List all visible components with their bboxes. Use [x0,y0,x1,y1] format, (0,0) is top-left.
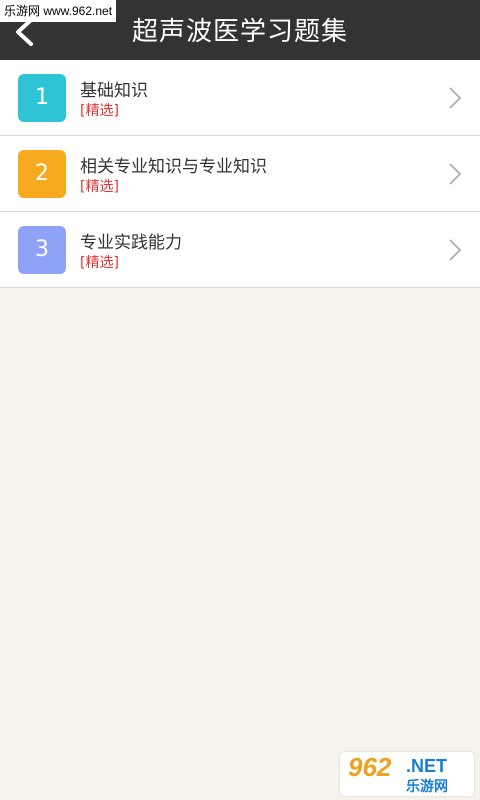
chapter-tag: [精选] [80,179,119,195]
watermark-logo-net: .NET [406,756,448,776]
chapter-title: 专业实践能力 [80,233,182,253]
list-item[interactable]: 3 专业实践能力 [精选] [0,212,480,288]
chevron-right-icon [449,163,462,185]
chapter-tag: [精选] [80,255,119,271]
chevron-right-icon [449,239,462,261]
watermark-top: 乐游网 www.962.net [0,0,117,22]
chapter-list: 1 基础知识 [精选] 2 相关专业知识与专业知识 [精选] 3 专业实践能力 … [0,60,480,288]
list-item[interactable]: 1 基础知识 [精选] [0,60,480,136]
watermark-logo-number: 962 [348,752,392,782]
list-item[interactable]: 2 相关专业知识与专业知识 [精选] [0,136,480,212]
chapter-number-badge: 2 [18,150,66,198]
chapter-title: 基础知识 [80,81,148,101]
chapter-title: 相关专业知识与专业知识 [80,157,267,177]
watermark-logo-cn: 乐游网 [406,779,448,795]
watermark-logo: 962 .NET 乐游网 [340,752,474,796]
chevron-right-icon [449,87,462,109]
chapter-number-badge: 3 [18,226,66,274]
chapter-tag: [精选] [80,103,119,119]
chapter-number-badge: 1 [18,74,66,122]
